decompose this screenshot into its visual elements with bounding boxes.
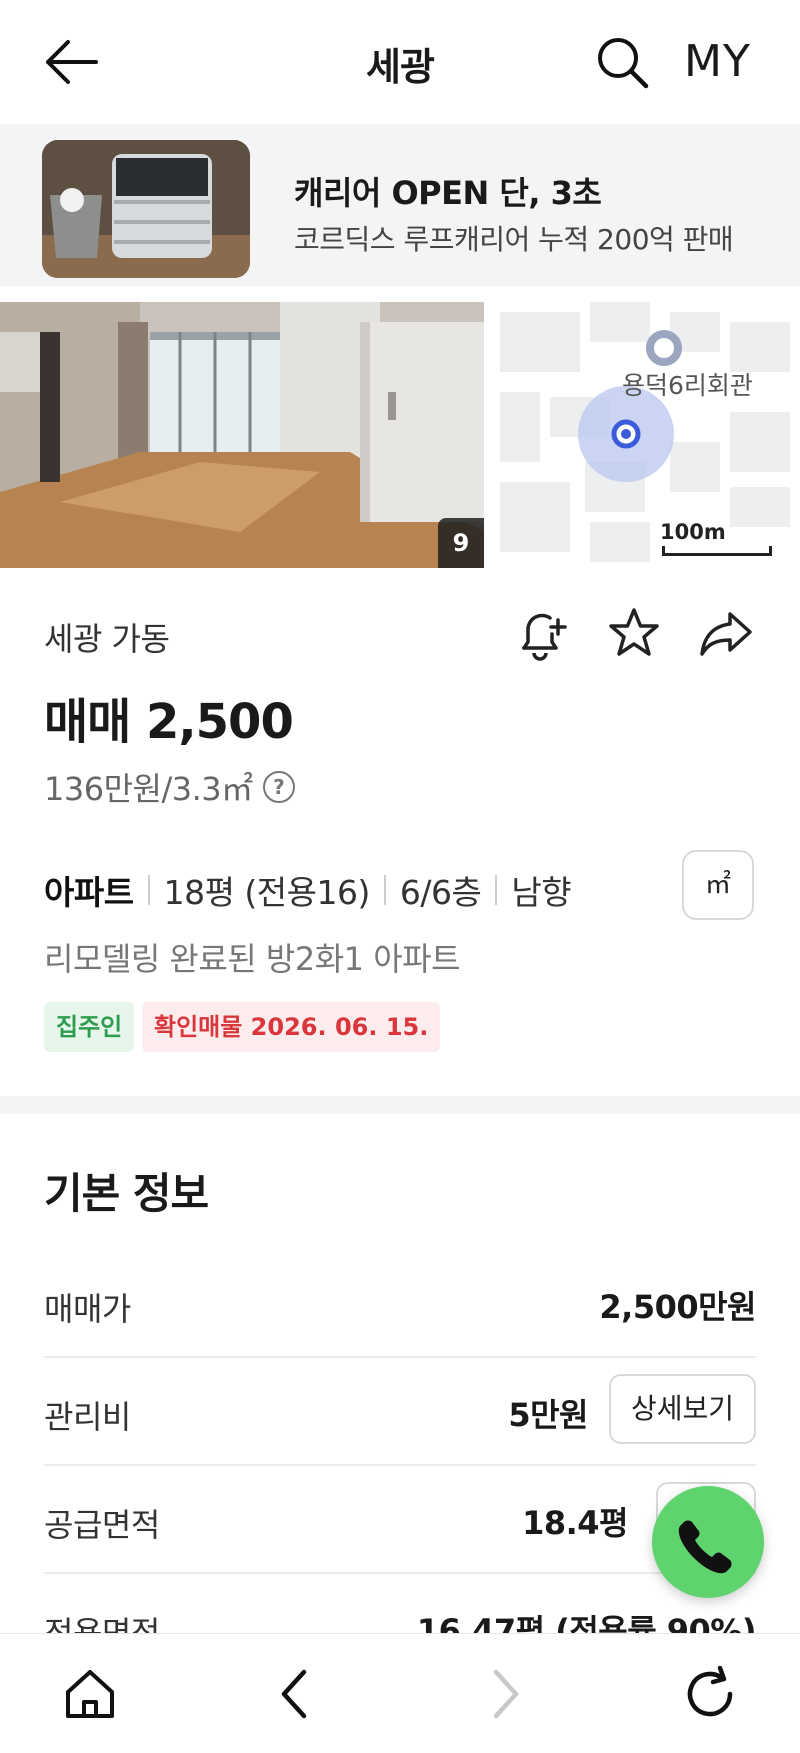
info-value: 2,500만원 xyxy=(599,1288,756,1326)
map-scale-label: 100m xyxy=(660,520,726,544)
unit-toggle-button[interactable]: ㎡ xyxy=(682,850,754,920)
location-map[interactable]: 용덕6리회관 100m xyxy=(490,302,800,568)
info-row-maintenance-fee: 관리비 5만원 상세보기 xyxy=(44,1358,756,1466)
share-icon[interactable] xyxy=(696,604,756,664)
refresh-icon[interactable] xyxy=(680,1664,740,1724)
property-direction: 남향 xyxy=(511,873,572,912)
unit-price: 136만원/3.3㎡ xyxy=(44,770,253,808)
info-row-sale-price: 매매가 2,500만원 xyxy=(44,1250,756,1358)
info-row-supply-area: 공급면적 18.4평 xyxy=(44,1466,756,1574)
basic-info-title: 기본 정보 xyxy=(44,1169,209,1218)
photo-count-badge: 9 xyxy=(438,518,484,568)
section-divider xyxy=(0,1096,800,1114)
info-label: 공급면적 xyxy=(44,1506,160,1544)
add-alert-bell-icon[interactable] xyxy=(512,604,572,664)
search-icon[interactable] xyxy=(596,36,650,90)
help-icon[interactable]: ? xyxy=(262,771,295,803)
map-scale-bar xyxy=(662,546,772,556)
listing-photo[interactable]: 9 xyxy=(0,302,484,568)
bottom-nav xyxy=(0,1633,800,1753)
ad-headline: 캐리어 OPEN 단, 3초 xyxy=(294,174,602,212)
listing-price: 매매 2,500 xyxy=(44,694,294,750)
ad-banner[interactable]: 캐리어 OPEN 단, 3초 코르딕스 루프캐리어 누적 200억 판매 xyxy=(0,124,800,286)
ad-thumbnail xyxy=(42,140,250,278)
spec-divider xyxy=(147,875,150,905)
call-button[interactable] xyxy=(652,1486,764,1598)
maintenance-detail-button[interactable]: 상세보기 xyxy=(608,1374,756,1444)
owner-badge: 집주인 xyxy=(44,1002,135,1052)
my-button[interactable]: MY xyxy=(684,36,751,87)
map-place-label: 용덕6리회관 xyxy=(622,371,753,400)
info-label: 관리비 xyxy=(44,1398,131,1436)
top-bar: 세광 MY xyxy=(0,0,800,124)
property-floor: 6/6층 xyxy=(399,873,482,912)
chevron-left-icon[interactable] xyxy=(266,1664,326,1724)
home-icon[interactable] xyxy=(60,1664,120,1724)
spec-divider xyxy=(383,875,386,905)
phone-icon xyxy=(678,1520,732,1574)
ad-subtext: 코르딕스 루프캐리어 누적 200억 판매 xyxy=(294,223,734,256)
info-label: 매매가 xyxy=(44,1290,131,1328)
listing-location: 세광 가동 xyxy=(44,620,170,658)
listing-description: 리모델링 완료된 방2화1 아파트 xyxy=(44,940,461,978)
unit-price-row: 136만원/3.3㎡ ? xyxy=(44,764,295,810)
chevron-right-icon[interactable] xyxy=(474,1664,534,1724)
listing-specs: 아파트 18평 (전용16) 6/6층 남향 xyxy=(44,866,572,914)
page-title: 세광 xyxy=(366,45,435,89)
property-type: 아파트 xyxy=(44,873,134,912)
property-size: 18평 (전용16) xyxy=(163,873,371,912)
info-value: 18.4평 xyxy=(522,1504,628,1542)
info-value: 5만원 xyxy=(508,1396,588,1434)
verified-listing-badge: 확인매물 2026. 06. 15. xyxy=(142,1002,441,1052)
spec-divider xyxy=(495,875,498,905)
star-icon[interactable] xyxy=(604,604,664,664)
